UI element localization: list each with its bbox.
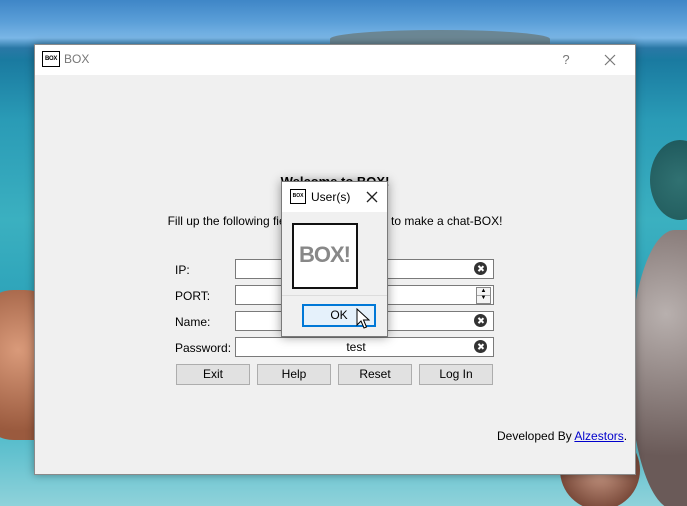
password-value: test bbox=[346, 340, 366, 354]
password-input[interactable]: test bbox=[235, 337, 494, 357]
window-title: BOX bbox=[64, 52, 90, 66]
help-button[interactable]: Help bbox=[257, 364, 331, 385]
window-titlebar[interactable]: BOX BOX ? bbox=[35, 45, 635, 75]
author-link[interactable]: Alzestors bbox=[574, 429, 623, 443]
window-close-button[interactable] bbox=[599, 50, 621, 70]
port-spinner[interactable]: ▲ ▼ bbox=[476, 287, 491, 304]
box-app-icon: BOX bbox=[290, 189, 306, 204]
credit-suffix: . bbox=[623, 429, 628, 443]
spin-down-icon[interactable]: ▼ bbox=[477, 295, 490, 302]
developer-credit: Developed By Alzestors. bbox=[497, 429, 627, 443]
dialog-close-button[interactable] bbox=[364, 189, 380, 205]
clear-ip-icon[interactable] bbox=[474, 262, 487, 275]
users-dialog: BOX User(s) BOX! OK bbox=[281, 181, 388, 337]
ip-label: IP: bbox=[175, 263, 190, 277]
close-icon bbox=[604, 54, 616, 66]
close-icon bbox=[366, 191, 378, 203]
port-label: PORT: bbox=[175, 289, 211, 303]
exit-button[interactable]: Exit bbox=[176, 364, 250, 385]
context-help-button[interactable]: ? bbox=[555, 50, 577, 70]
dialog-title: User(s) bbox=[311, 190, 351, 204]
login-button[interactable]: Log In bbox=[419, 364, 493, 385]
credit-prefix: Developed By bbox=[497, 429, 575, 443]
box-app-icon: BOX bbox=[42, 51, 60, 67]
dialog-titlebar[interactable]: BOX User(s) bbox=[282, 182, 387, 212]
wallpaper-shadow bbox=[650, 140, 687, 220]
reset-button[interactable]: Reset bbox=[338, 364, 412, 385]
name-label: Name: bbox=[175, 315, 211, 329]
box-logo-text: BOX! bbox=[299, 242, 351, 267]
mouse-cursor-icon bbox=[356, 308, 370, 329]
password-label: Password: bbox=[175, 341, 232, 355]
clear-password-icon[interactable] bbox=[474, 340, 487, 353]
clear-name-icon[interactable] bbox=[474, 314, 487, 327]
box-logo-image: BOX! bbox=[292, 223, 358, 289]
